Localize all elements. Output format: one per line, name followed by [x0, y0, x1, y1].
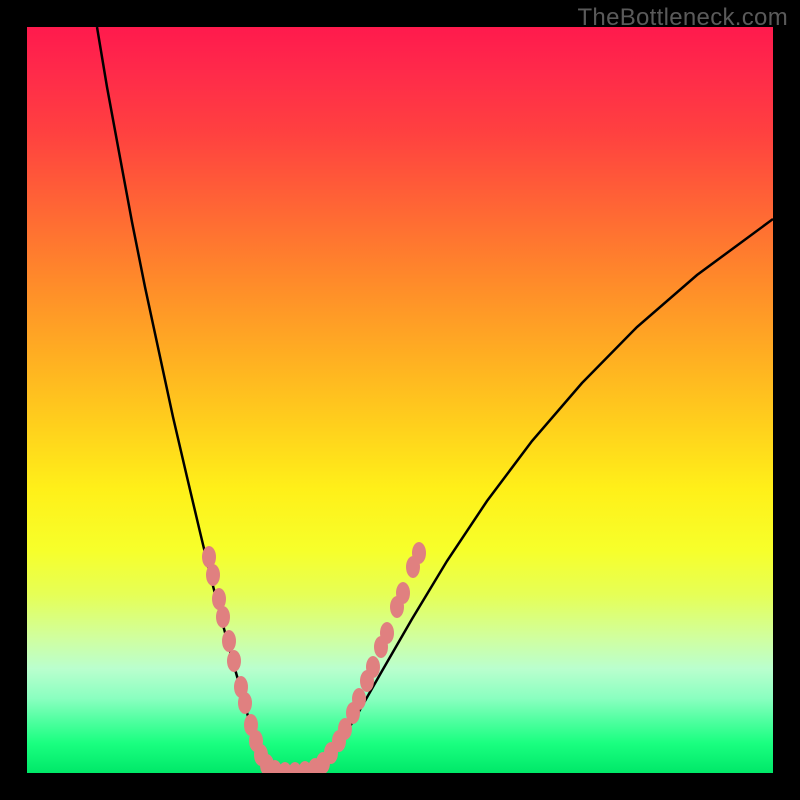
- data-dot: [352, 688, 366, 710]
- chart-frame: TheBottleneck.com: [0, 0, 800, 800]
- watermark-text: TheBottleneck.com: [577, 4, 788, 32]
- data-dot: [380, 622, 394, 644]
- data-dot: [396, 582, 410, 604]
- data-dot: [216, 606, 230, 628]
- data-dot: [222, 630, 236, 652]
- bottleneck-curve: [27, 27, 773, 773]
- data-dot: [412, 542, 426, 564]
- data-dot: [227, 650, 241, 672]
- curve-path: [97, 27, 773, 773]
- data-dot: [366, 656, 380, 678]
- data-dot: [206, 564, 220, 586]
- plot-area: [27, 27, 773, 773]
- data-dot: [238, 692, 252, 714]
